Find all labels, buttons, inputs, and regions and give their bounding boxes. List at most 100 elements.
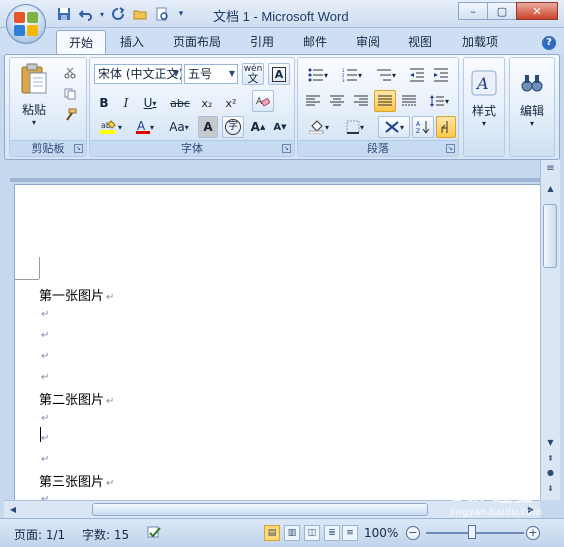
show-marks-button[interactable]: [436, 116, 456, 138]
tab-view[interactable]: 视图: [408, 33, 432, 50]
increase-indent-button[interactable]: [430, 64, 452, 86]
paragraph-launcher-icon[interactable]: ↘: [446, 144, 455, 153]
cut-button[interactable]: [60, 64, 80, 82]
line-spacing-icon: [429, 95, 444, 107]
bullets-button[interactable]: ▾: [302, 64, 334, 86]
highlight-button[interactable]: ab ▾: [94, 116, 128, 138]
next-page-icon[interactable]: ⇟: [543, 482, 558, 496]
enclose-chars-button[interactable]: 字: [222, 116, 244, 138]
zoom-in-icon[interactable]: +: [526, 526, 540, 540]
save-icon[interactable]: [54, 5, 74, 23]
shading-button[interactable]: ▾: [302, 116, 336, 138]
tab-review[interactable]: 审阅: [356, 33, 380, 50]
doc-line[interactable]: 第一张图片 ↵: [39, 285, 114, 304]
tab-references[interactable]: 引用: [250, 33, 274, 50]
chinese-layout-button[interactable]: ▾: [378, 116, 410, 138]
clear-formatting-button[interactable]: A: [252, 90, 274, 112]
tab-mailings[interactable]: 邮件: [303, 33, 327, 50]
restore-button[interactable]: ▢: [487, 2, 517, 20]
format-painter-button[interactable]: [60, 106, 80, 124]
doc-line[interactable]: ↵: [39, 451, 49, 466]
tab-home[interactable]: 开始: [56, 30, 107, 54]
font-color-button[interactable]: A ▾: [130, 116, 160, 138]
vertical-scroll-thumb[interactable]: [543, 204, 557, 268]
doc-line[interactable]: ↵: [39, 327, 49, 342]
italic-button[interactable]: I: [116, 92, 136, 114]
borders-button[interactable]: ▾: [338, 116, 372, 138]
tab-page-layout[interactable]: 页面布局: [173, 33, 221, 50]
office-button[interactable]: [6, 4, 46, 44]
change-case-dropdown-icon: ▾: [184, 122, 189, 132]
font-launcher-icon[interactable]: ↘: [282, 144, 291, 153]
bold-button[interactable]: B: [94, 92, 114, 114]
help-icon[interactable]: ?: [542, 36, 556, 50]
undo-dropdown-icon[interactable]: ▾: [98, 5, 106, 23]
justify-button[interactable]: [374, 90, 396, 112]
zoom-slider-thumb[interactable]: [468, 525, 476, 539]
group-styles: A 样式 ▾: [463, 57, 505, 157]
underline-button[interactable]: U ▾: [138, 92, 162, 114]
copy-button[interactable]: [60, 85, 80, 103]
doc-line[interactable]: ↵: [39, 306, 49, 321]
multilevel-list-button[interactable]: ▾: [370, 64, 402, 86]
line-spacing-button[interactable]: ▾: [424, 90, 454, 112]
doc-line[interactable]: 第二张图片 ↵: [39, 389, 114, 408]
scroll-down-icon[interactable]: ▼: [543, 436, 558, 450]
scroll-up-icon[interactable]: ▲: [543, 182, 558, 196]
doc-line[interactable]: 第三张图片 ↵: [39, 471, 114, 490]
doc-line[interactable]: ↵: [39, 369, 49, 384]
draft-view-icon[interactable]: ≡: [342, 525, 358, 541]
vertical-scrollbar[interactable]: ≡ ▲ ▼ ⇞ ● ⇟: [540, 160, 560, 500]
select-browse-object-icon[interactable]: ●: [543, 466, 558, 480]
close-button[interactable]: ✕: [516, 2, 558, 20]
minimize-button[interactable]: –: [458, 2, 488, 20]
font-name-combo[interactable]: 宋体 (中文正文) ▼: [94, 64, 182, 84]
phonetic-guide-button[interactable]: wén 文: [242, 63, 264, 85]
redo-icon[interactable]: [108, 5, 128, 23]
char-shading-button[interactable]: A: [198, 116, 218, 138]
print-layout-view-icon[interactable]: ▤: [264, 525, 280, 541]
superscript-button[interactable]: x²: [220, 92, 242, 114]
align-left-button[interactable]: [302, 90, 324, 112]
document-page[interactable]: 第一张图片 ↵ ↵ ↵ ↵ ↵ 第二张图片 ↵ ↵ ↵ ↵ 第三张图片 ↵ ↵: [14, 184, 544, 500]
char-border-button[interactable]: A: [268, 63, 290, 85]
word-count[interactable]: 字数: 15: [82, 526, 129, 543]
clipboard-launcher-icon[interactable]: ↘: [74, 144, 83, 153]
paste-button[interactable]: 粘贴 ▾: [14, 62, 54, 128]
web-layout-view-icon[interactable]: ◫: [304, 525, 320, 541]
print-preview-icon[interactable]: [152, 5, 172, 23]
page-indicator[interactable]: 页面: 1/1: [14, 526, 65, 543]
align-right-button[interactable]: [350, 90, 372, 112]
shrink-font-button[interactable]: A ▼: [270, 116, 290, 138]
doc-line[interactable]: ↵: [39, 491, 49, 500]
tab-insert[interactable]: 插入: [120, 33, 144, 50]
undo-icon[interactable]: [76, 5, 96, 23]
open-folder-icon[interactable]: [130, 5, 150, 23]
doc-line[interactable]: ↵: [39, 348, 49, 363]
strikethrough-button[interactable]: abc: [166, 92, 194, 114]
ruler-toggle-icon[interactable]: ≡: [543, 162, 558, 176]
editing-button[interactable]: 编辑 ▾: [512, 62, 552, 136]
margin-corner-vertical: [39, 257, 40, 279]
proofing-icon[interactable]: [146, 526, 162, 543]
zoom-out-icon[interactable]: −: [406, 526, 420, 540]
styles-button[interactable]: A 样式 ▾: [466, 62, 502, 136]
doc-line[interactable]: ↵: [39, 410, 49, 425]
scroll-left-icon[interactable]: ◀: [6, 502, 20, 517]
full-screen-reading-view-icon[interactable]: ▥: [284, 525, 300, 541]
horizontal-scroll-thumb[interactable]: [92, 503, 428, 516]
font-size-combo[interactable]: 五号 ▼: [184, 64, 238, 84]
distributed-button[interactable]: [398, 90, 420, 112]
previous-page-icon[interactable]: ⇞: [543, 452, 558, 466]
outline-view-icon[interactable]: ≣: [324, 525, 340, 541]
decrease-indent-button[interactable]: [406, 64, 428, 86]
tab-add-ins[interactable]: 加载项: [462, 33, 498, 50]
align-center-button[interactable]: [326, 90, 348, 112]
customize-qat-icon[interactable]: ▾: [174, 5, 188, 23]
numbering-button[interactable]: 1 2 3 ▾: [336, 64, 368, 86]
grow-font-button[interactable]: A ▲: [248, 116, 268, 138]
change-case-button[interactable]: Aa ▾: [162, 116, 196, 138]
subscript-button[interactable]: x₂: [196, 92, 218, 114]
zoom-level[interactable]: 100%: [364, 526, 398, 540]
sort-button[interactable]: AZ: [412, 116, 434, 138]
